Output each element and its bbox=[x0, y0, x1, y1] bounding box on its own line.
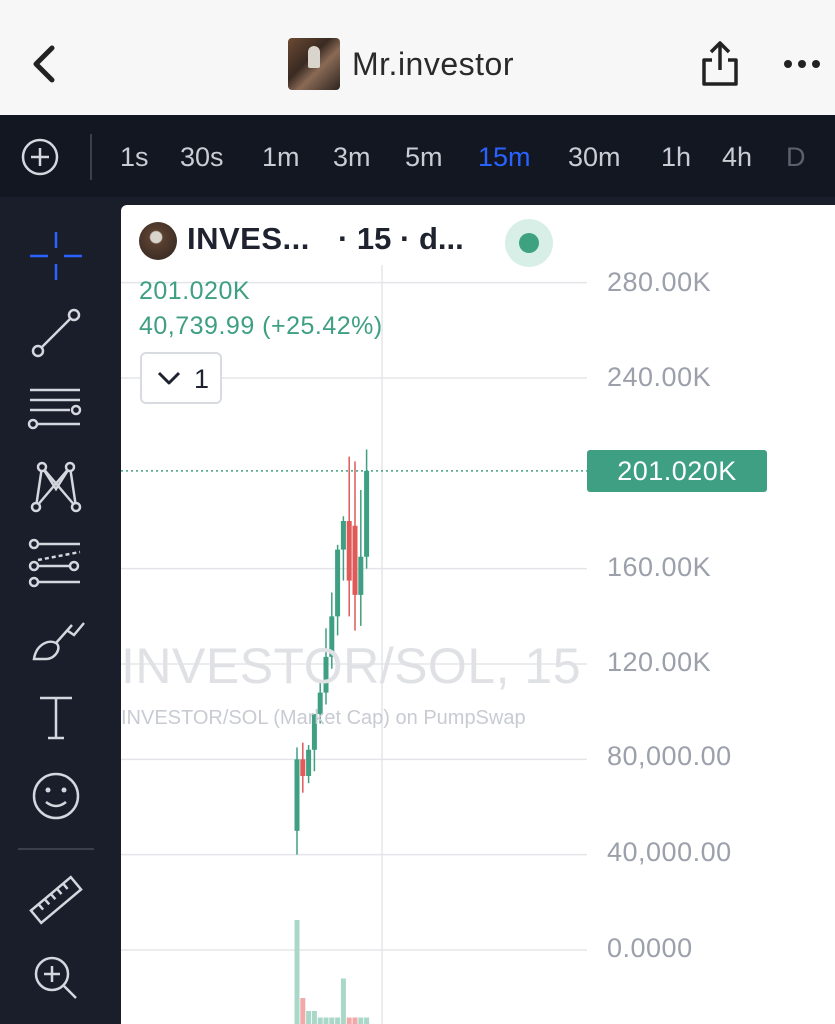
more-dots-icon[interactable] bbox=[782, 50, 822, 78]
volume-bar bbox=[352, 1017, 358, 1024]
avatar bbox=[288, 38, 340, 90]
volume-bar bbox=[335, 1017, 341, 1024]
volume-bar bbox=[311, 1011, 317, 1024]
volume-bar bbox=[306, 1011, 312, 1024]
candle-body bbox=[294, 759, 300, 831]
indicators-collapse-button[interactable]: 1 bbox=[140, 352, 222, 404]
y-tick-label: 280.00K bbox=[607, 267, 712, 297]
last-price-tag: 201.020K bbox=[587, 450, 767, 492]
candle-body bbox=[364, 470, 370, 557]
volume-bar bbox=[364, 1017, 370, 1024]
timeframe-30m[interactable]: 30m bbox=[568, 138, 621, 176]
toolbar-divider bbox=[90, 134, 92, 180]
volume-bar bbox=[329, 1017, 335, 1024]
app-header: Mr.investor bbox=[0, 0, 835, 115]
volume-bar bbox=[340, 978, 346, 1024]
volume-bar bbox=[294, 920, 300, 1024]
candle-body bbox=[306, 749, 312, 777]
text-icon[interactable] bbox=[26, 690, 86, 746]
candle-body bbox=[352, 525, 358, 595]
symbol-name[interactable]: INVES... bbox=[187, 221, 310, 257]
timeframe-15m[interactable]: 15m bbox=[478, 138, 531, 176]
share-icon[interactable] bbox=[700, 40, 740, 88]
timeframe-d[interactable]: D bbox=[786, 138, 806, 176]
chevron-left-icon[interactable] bbox=[26, 40, 66, 88]
timeframe-1s[interactable]: 1s bbox=[120, 138, 149, 176]
y-tick-label: 80,000.00 bbox=[607, 741, 732, 771]
chart-panel[interactable]: INVESTOR/SOL, 15 INVESTOR/SOL (Market Ca… bbox=[121, 205, 835, 1024]
current-price: 201.020K bbox=[139, 277, 251, 305]
y-tick-label: 0.0000 bbox=[607, 933, 693, 963]
pattern-icon[interactable] bbox=[26, 459, 86, 515]
price-change: 40,739.99 (+25.42%) bbox=[139, 312, 383, 340]
market-status-icon[interactable] bbox=[505, 219, 553, 267]
symbol-avatar bbox=[139, 222, 177, 260]
chevron-down-icon bbox=[157, 371, 181, 385]
volume-bar bbox=[317, 1017, 323, 1024]
emoji-icon[interactable] bbox=[26, 768, 86, 824]
volume-bar bbox=[358, 1017, 364, 1024]
page-title: Mr.investor bbox=[352, 45, 514, 82]
indicator-count: 1 bbox=[194, 364, 210, 394]
watermark-title: INVESTOR/SOL, 15 bbox=[121, 638, 582, 694]
y-tick-label: 40,000.00 bbox=[607, 837, 732, 867]
volume-bar bbox=[346, 1017, 352, 1024]
zoom-in-icon[interactable] bbox=[26, 950, 86, 1006]
y-tick-label: 240.00K bbox=[607, 362, 712, 392]
watermark-subtitle: INVESTOR/SOL (Market Cap) on PumpSwap bbox=[121, 707, 526, 729]
trend-line-icon[interactable] bbox=[26, 305, 86, 361]
timeframe-5m[interactable]: 5m bbox=[405, 138, 443, 176]
candle-body bbox=[346, 521, 352, 581]
volume-bar bbox=[300, 998, 306, 1024]
forecast-icon[interactable] bbox=[26, 536, 86, 592]
ruler-icon[interactable] bbox=[26, 872, 86, 928]
crosshair-icon[interactable] bbox=[26, 228, 86, 284]
candle-body bbox=[358, 556, 364, 595]
y-tick-label: 160.00K bbox=[607, 552, 712, 582]
timeframe-4h[interactable]: 4h bbox=[722, 138, 752, 176]
add-indicator-icon[interactable] bbox=[20, 137, 60, 177]
timeframe-30s[interactable]: 30s bbox=[180, 138, 224, 176]
timeframe-3m[interactable]: 3m bbox=[333, 138, 371, 176]
symbol-interval[interactable]: · 15 · d... bbox=[338, 221, 464, 257]
candle-body bbox=[300, 759, 306, 777]
y-tick-label: 120.00K bbox=[607, 647, 712, 677]
volume-bar bbox=[323, 1017, 329, 1024]
candle-body bbox=[335, 549, 341, 617]
brush-icon[interactable] bbox=[26, 613, 86, 669]
candle-body bbox=[340, 521, 346, 550]
title-group: Mr.investor bbox=[288, 38, 514, 90]
timeframe-1m[interactable]: 1m bbox=[262, 138, 300, 176]
timeframe-1h[interactable]: 1h bbox=[661, 138, 691, 176]
toolbar-divider bbox=[18, 848, 94, 850]
fib-retracement-icon[interactable] bbox=[26, 382, 86, 438]
